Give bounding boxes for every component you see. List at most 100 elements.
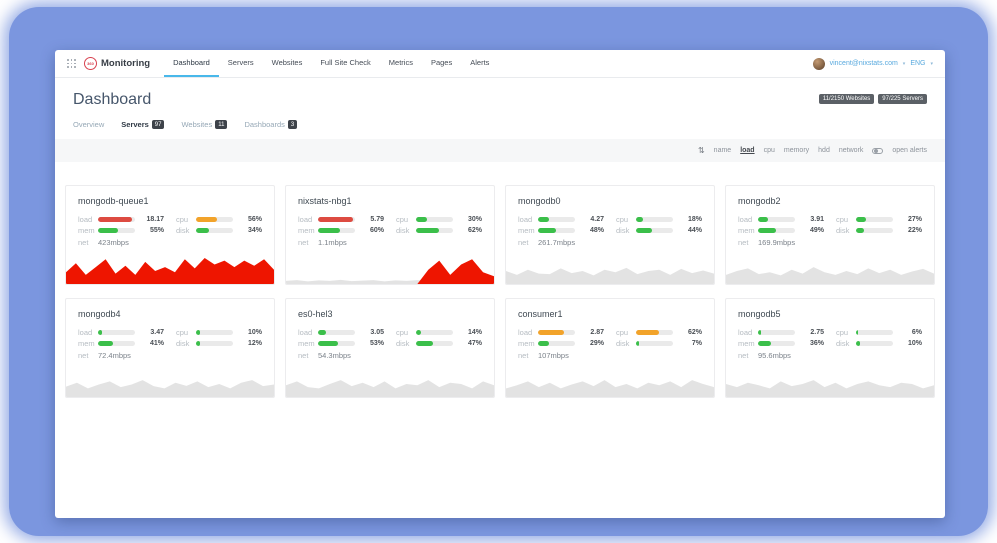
sort-option-hdd[interactable]: hdd	[818, 147, 830, 154]
metric-row-mem: mem 48%	[518, 225, 604, 236]
nav-item-metrics[interactable]: Metrics	[380, 50, 422, 77]
metric-bar	[196, 341, 233, 346]
metrics-grid: load3.47mem41%cpu10%disk12%	[66, 326, 274, 349]
header-badges: 11/2150 Websites 97/225 Servers	[819, 94, 927, 104]
metric-row-load: load18.17	[78, 214, 164, 225]
tab-label: Websites	[181, 120, 212, 129]
metric-label: net	[298, 351, 318, 360]
metric-value: 48%	[580, 227, 604, 234]
metric-row-load: load2.75	[738, 327, 824, 338]
server-card-mongodb0[interactable]: mongodb0load4.27mem48%cpu18%disk44%net26…	[505, 185, 715, 285]
metrics-grid: load2.75mem36%cpu6%disk10%	[726, 326, 934, 349]
tab-websites[interactable]: Websites11	[181, 120, 227, 129]
metric-bar	[416, 330, 453, 335]
metric-value: 6%	[898, 329, 922, 336]
sort-option-network[interactable]: network	[839, 147, 864, 154]
metric-bar	[416, 341, 453, 346]
server-card-consumer1[interactable]: consumer1load2.87mem29%cpu62%disk7%net10…	[505, 298, 715, 398]
metric-label: load	[518, 328, 538, 337]
metric-value: 10%	[898, 340, 922, 347]
network-sparkline	[726, 371, 934, 397]
server-name[interactable]: mongodb0	[506, 186, 714, 213]
metric-bar	[196, 228, 233, 233]
server-name[interactable]: mongodb-queue1	[66, 186, 274, 213]
nav-item-alerts[interactable]: Alerts	[461, 50, 498, 77]
sort-option-memory[interactable]: memory	[784, 147, 809, 154]
net-value: 107mbps	[538, 351, 569, 360]
metric-bar-fill	[856, 341, 860, 346]
metric-bar-fill	[98, 228, 118, 233]
server-name[interactable]: mongodb5	[726, 299, 934, 326]
metric-row-net: net107mbps	[506, 349, 714, 360]
metric-label: net	[78, 238, 98, 247]
metric-bar-fill	[196, 341, 200, 346]
language-menu[interactable]: ENG	[910, 60, 925, 67]
server-name[interactable]: mongodb4	[66, 299, 274, 326]
metric-row-mem: mem60%	[298, 225, 384, 236]
server-name[interactable]: es0-hel3	[286, 299, 494, 326]
server-card-mongodb2[interactable]: mongodb2load3.91mem49%cpu27%disk22%net16…	[725, 185, 935, 285]
server-name[interactable]: mongodb2	[726, 186, 934, 213]
sort-option-cpu[interactable]: cpu	[764, 147, 775, 154]
metric-value: 62%	[678, 329, 702, 336]
server-card-mongodb-queue1[interactable]: mongodb-queue1load18.17mem55%cpu56%disk3…	[65, 185, 275, 285]
metric-row-net: net423mbps	[66, 236, 274, 247]
metric-bar	[538, 330, 575, 335]
tab-servers[interactable]: Servers97	[121, 120, 164, 129]
sort-option-name[interactable]: name	[714, 147, 732, 154]
metric-row-disk: disk34%	[176, 225, 262, 236]
tab-dashboards[interactable]: Dashboards3	[244, 120, 297, 129]
nav-item-websites[interactable]: Websites	[263, 50, 312, 77]
server-name[interactable]: nixstats-nbg1	[286, 186, 494, 213]
metric-bar-fill	[758, 228, 776, 233]
metric-row-disk: disk22%	[836, 225, 922, 236]
metric-value: 62%	[458, 227, 482, 234]
server-card-es0-hel3[interactable]: es0-hel3load3.05mem53%cpu14%disk47%net54…	[285, 298, 495, 398]
metric-label: mem	[518, 226, 538, 235]
metric-label: cpu	[836, 328, 856, 337]
server-card-mongodb4[interactable]: mongodb4load3.47mem41%cpu10%disk12%net72…	[65, 298, 275, 398]
tab-count-badge: 3	[288, 120, 297, 129]
open-alerts-label[interactable]: open alerts	[892, 147, 927, 154]
metric-bar-fill	[196, 228, 209, 233]
app-grid-icon[interactable]	[67, 59, 76, 68]
sort-option-load[interactable]: load	[740, 147, 754, 154]
metric-label: net	[518, 351, 538, 360]
server-card-nixstats-nbg1[interactable]: nixstats-nbg1load5.79mem60%cpu30%disk62%…	[285, 185, 495, 285]
metric-bar-fill	[98, 341, 113, 346]
metric-row-mem: mem49%	[738, 225, 824, 236]
metric-row-cpu: cpu10%	[176, 327, 262, 338]
nav-item-pages[interactable]: Pages	[422, 50, 461, 77]
metric-bar	[98, 330, 135, 335]
metric-value: 2.87	[580, 329, 604, 336]
metric-bar-fill	[636, 228, 652, 233]
nav-item-dashboard[interactable]: Dashboard	[164, 50, 219, 77]
server-name[interactable]: consumer1	[506, 299, 714, 326]
open-alerts-toggle-icon[interactable]	[872, 148, 883, 154]
tab-overview[interactable]: Overview	[73, 120, 104, 129]
metric-bar-fill	[538, 330, 564, 335]
metric-row-cpu: cpu56%	[176, 214, 262, 225]
metric-label: mem	[78, 339, 98, 348]
server-card-mongodb5[interactable]: mongodb5load2.75mem36%cpu6%disk10%net95.…	[725, 298, 935, 398]
metric-bar	[856, 330, 893, 335]
metric-row-mem: mem36%	[738, 338, 824, 349]
metric-bar-fill	[636, 330, 659, 335]
user-email-menu[interactable]: vincent@nixstats.com	[830, 60, 898, 67]
nav-item-full-site-check[interactable]: Full Site Check	[311, 50, 379, 77]
metric-value: 44%	[678, 227, 702, 234]
metric-row-net: net169.9mbps	[726, 236, 934, 247]
metric-value: 53%	[360, 340, 384, 347]
metric-bar-fill	[636, 217, 643, 222]
metric-bar	[636, 341, 673, 346]
metric-value: 49%	[800, 227, 824, 234]
metric-bar-fill	[636, 341, 639, 346]
metrics-grid: load18.17mem55%cpu56%disk34%	[66, 213, 274, 236]
metric-bar	[98, 228, 135, 233]
metric-label: mem	[298, 339, 318, 348]
metrics-grid: load2.87mem29%cpu62%disk7%	[506, 326, 714, 349]
tab-label: Overview	[73, 120, 104, 129]
sort-options: name load cpu memory hdd network	[714, 147, 864, 154]
user-avatar[interactable]	[813, 58, 825, 70]
nav-item-servers[interactable]: Servers	[219, 50, 263, 77]
